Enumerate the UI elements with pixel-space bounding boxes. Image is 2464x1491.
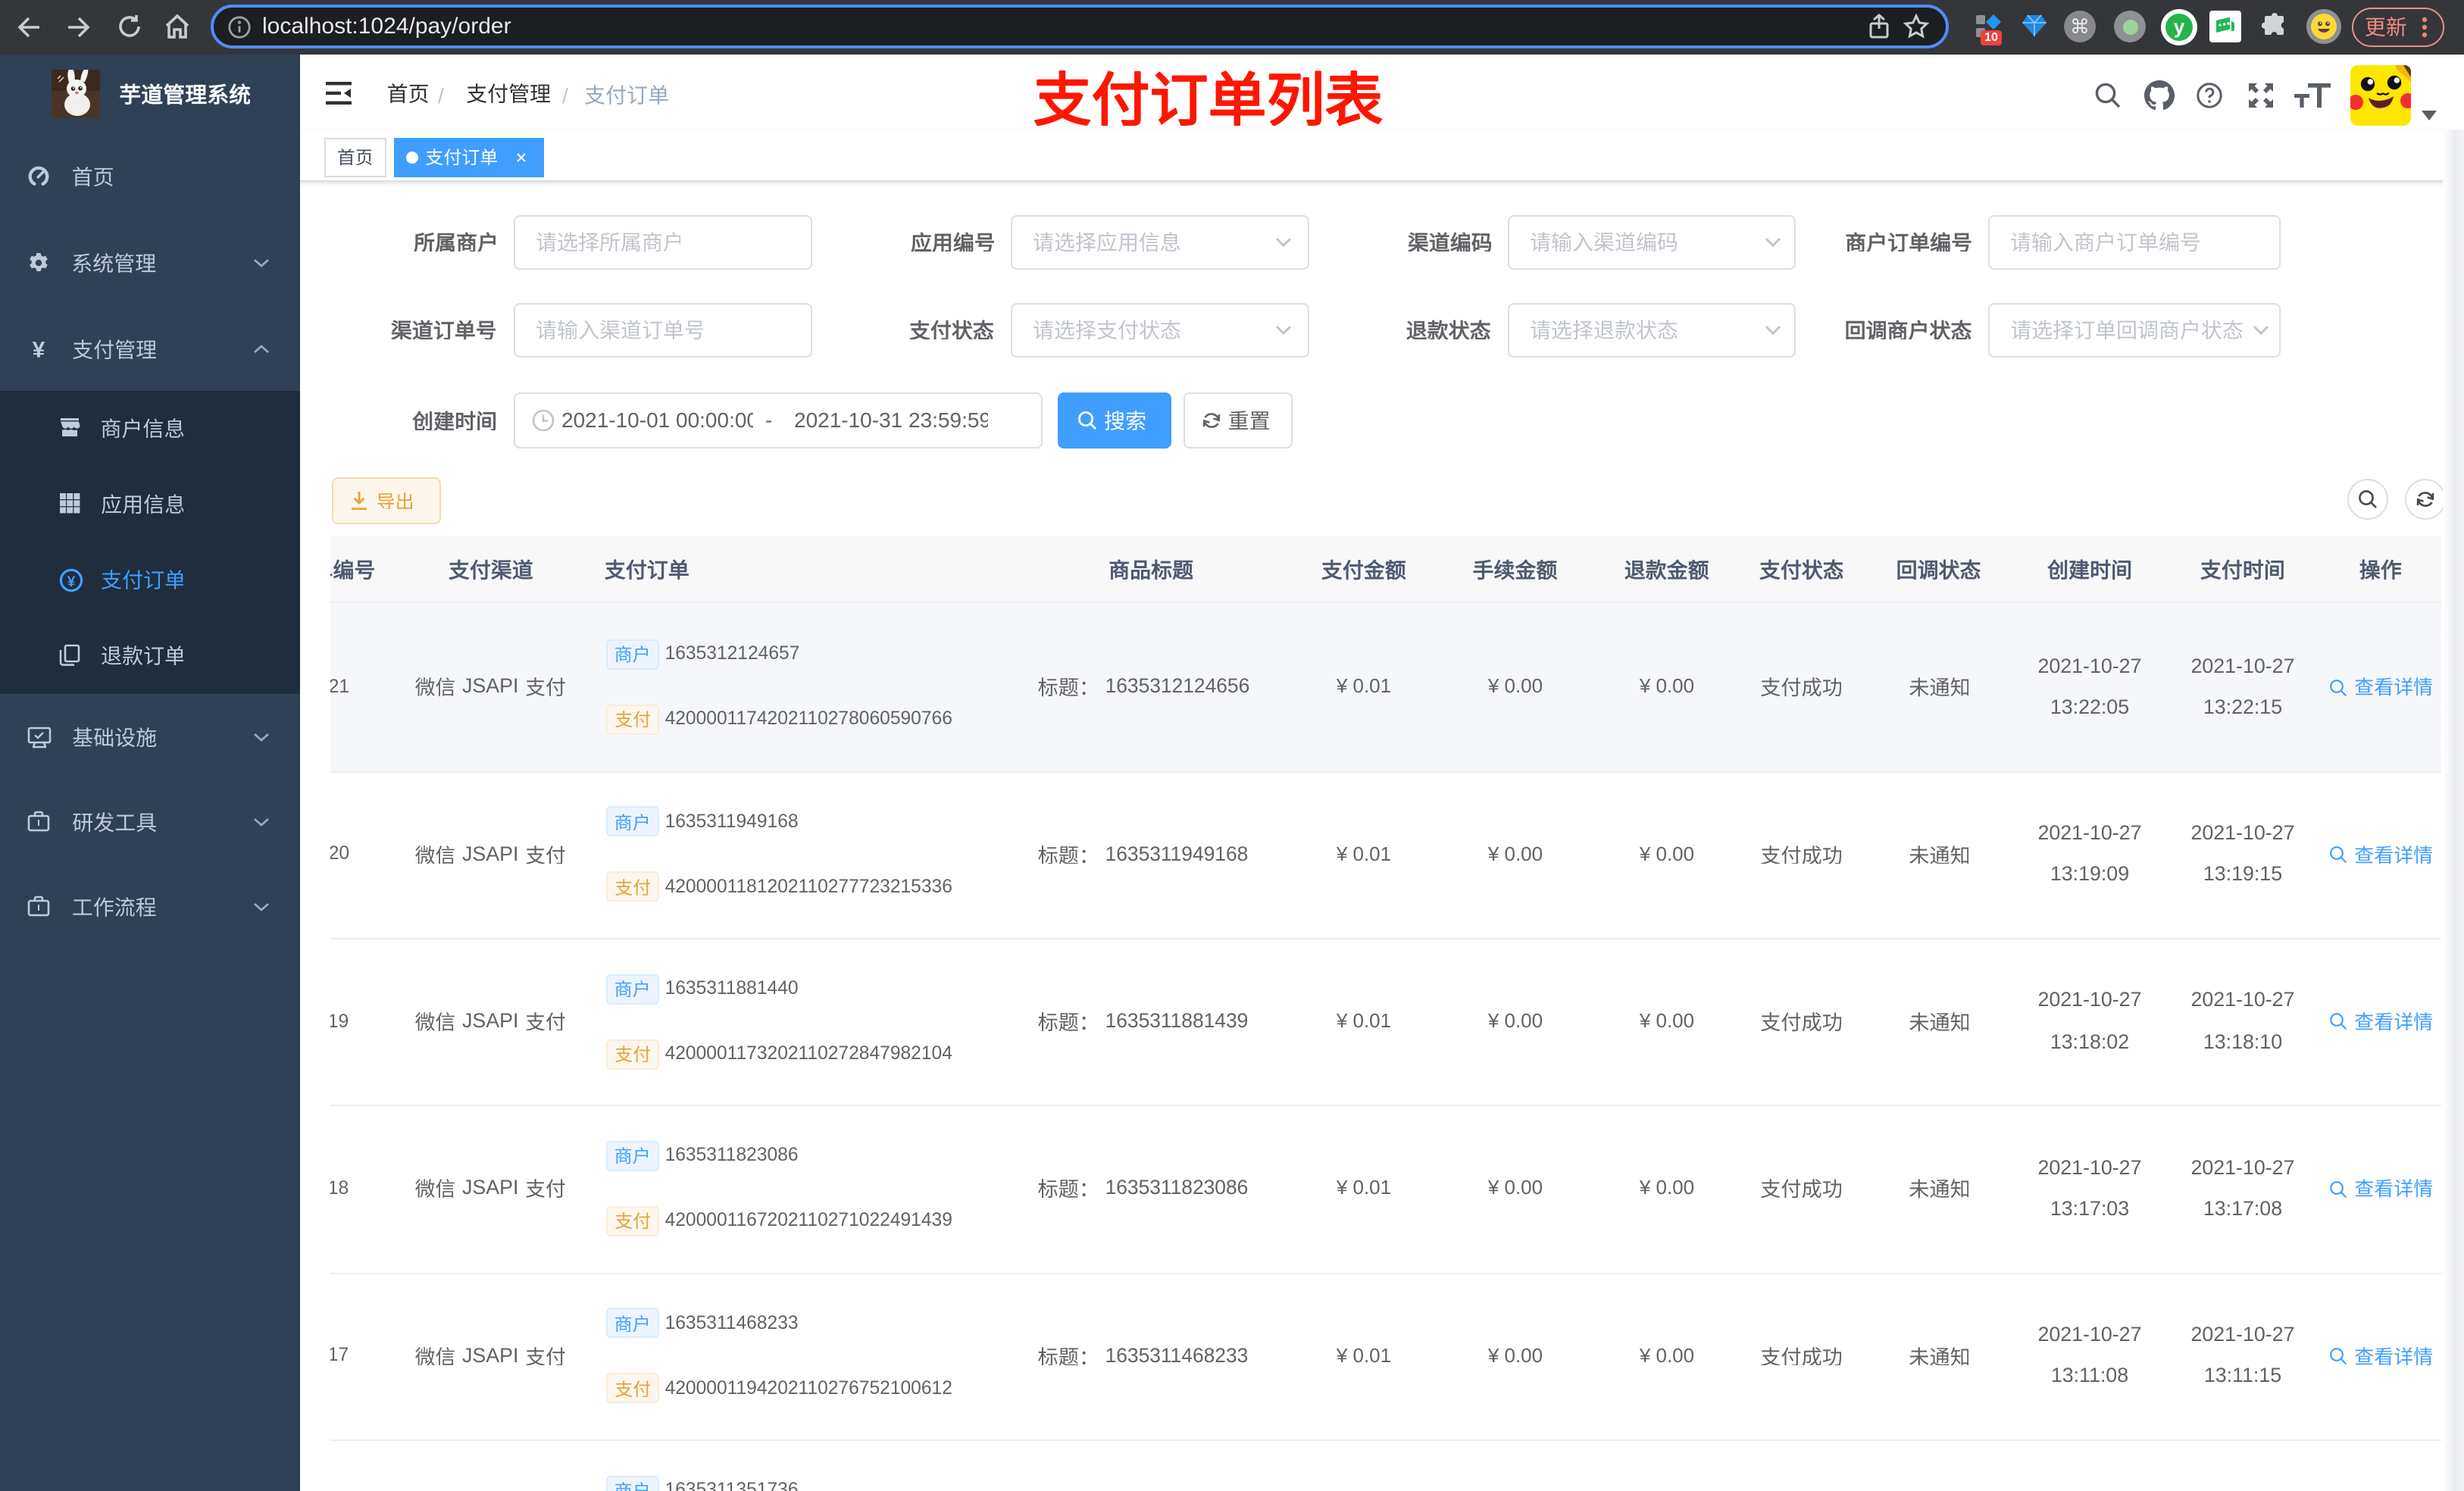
svg-text:¥: ¥	[67, 574, 75, 590]
svg-text:¥: ¥	[33, 338, 45, 361]
